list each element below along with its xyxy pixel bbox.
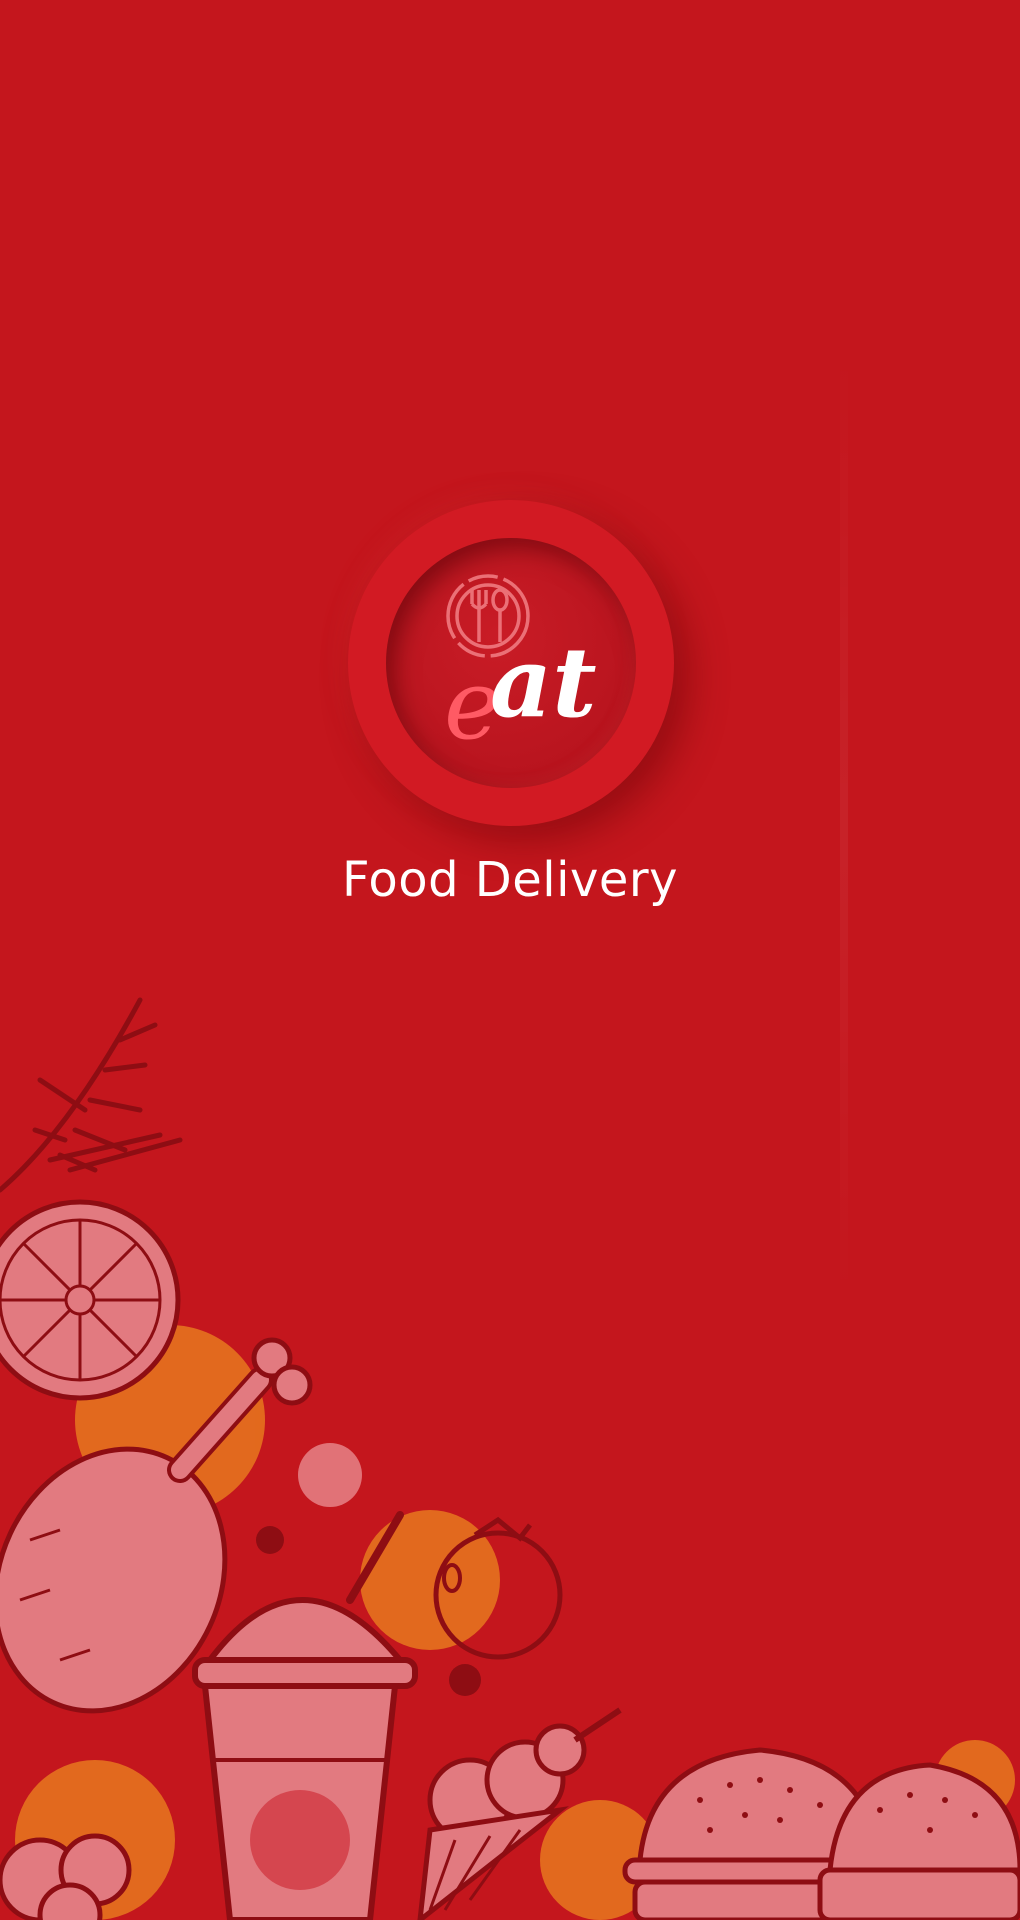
pink-dot	[298, 1443, 362, 1507]
logo-emblem: e at	[444, 574, 597, 761]
app-tagline: Food Delivery	[341, 852, 679, 908]
dark-dot	[449, 1664, 481, 1696]
logo-letters-at: at	[490, 626, 597, 739]
app-logo-core: e at	[386, 538, 636, 788]
orange-slice-icon	[0, 1199, 181, 1401]
branch-icon	[0, 997, 183, 1193]
dark-dot	[256, 1526, 284, 1554]
splash-screen: e at Food Delivery	[0, 0, 1020, 1920]
app-logo: e at	[348, 500, 674, 826]
food-illustration	[0, 997, 1020, 1920]
